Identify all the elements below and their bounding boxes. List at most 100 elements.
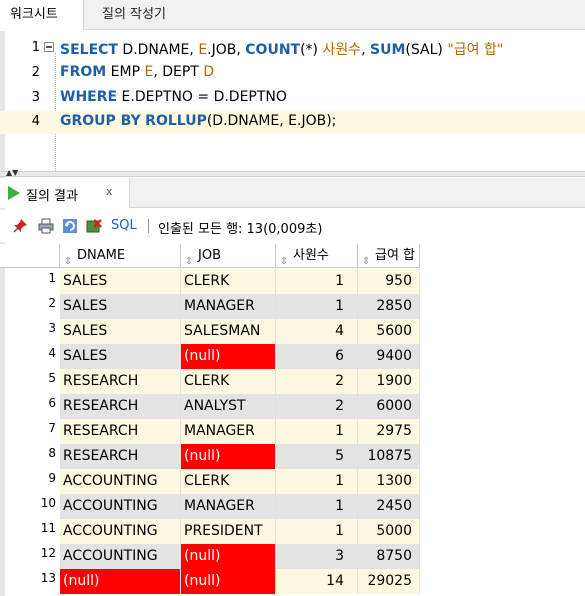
cell-count[interactable]: 2	[276, 369, 358, 394]
cell-count[interactable]: 1	[276, 269, 358, 294]
cell-salary-sum[interactable]: 5000	[358, 519, 420, 544]
run-play-icon	[8, 186, 20, 200]
row-number: 12	[40, 546, 56, 560]
result-grid[interactable]: ⇕ DNAME ⇕ JOB ⇕ 사원수 ⇕ 급여 합 1 SALES CLERK 1 9…	[0, 244, 585, 596]
fetch-status: 인출된 모든 행: 13(0,009초)	[158, 222, 323, 237]
cell-salary-sum[interactable]: 1300	[358, 469, 420, 494]
table-row[interactable]: 8 RESEARCH (null) 5 10875	[0, 444, 420, 469]
table-row[interactable]: 4 SALES (null) 6 9400	[0, 344, 420, 369]
row-number: 2	[48, 296, 56, 310]
line-number: 4	[31, 114, 40, 129]
pin-icon[interactable]	[12, 218, 28, 234]
code-text: WHERE E.DEPTNO = D.DEPTNO	[60, 89, 287, 105]
row-number: 4	[48, 346, 56, 360]
cell-salary-sum[interactable]: 8750	[358, 544, 420, 569]
table-row[interactable]: 3 SALES SALESMAN 4 5600	[0, 319, 420, 344]
table-row[interactable]: 12 ACCOUNTING (null) 3 8750	[0, 544, 420, 569]
cell-count[interactable]: 1	[276, 419, 358, 444]
cell-dname[interactable]: SALES	[60, 294, 181, 319]
refresh-sql-icon[interactable]	[62, 218, 78, 234]
cell-dname[interactable]: SALES	[60, 319, 181, 344]
cell-salary-sum[interactable]: 950	[358, 269, 420, 294]
table-row[interactable]: 13 (null) (null) 14 29025	[0, 569, 420, 594]
column-header-count[interactable]: ⇕ 사원수	[276, 244, 358, 268]
code-line-3[interactable]: 3 WHERE E.DEPTNO = D.DEPTNO	[0, 87, 585, 110]
cell-dname[interactable]: ACCOUNTING	[60, 469, 181, 494]
cell-count[interactable]: 4	[276, 319, 358, 344]
cell-salary-sum[interactable]: 5600	[358, 319, 420, 344]
cell-job[interactable]: CLERK	[181, 469, 276, 494]
cell-job[interactable]: CLERK	[181, 369, 276, 394]
table-row[interactable]: 6 RESEARCH ANALYST 2 6000	[0, 394, 420, 419]
table-row[interactable]: 1 SALES CLERK 1 950	[0, 269, 420, 294]
sql-editor[interactable]: 1 SELECT D.DNAME, E.JOB, COUNT(*) 사원수, S…	[0, 31, 585, 173]
sql-button[interactable]: SQL	[111, 218, 137, 233]
tab-query-builder[interactable]: 질의 작성기	[102, 0, 166, 30]
cell-dname[interactable]: ACCOUNTING	[60, 494, 181, 519]
cell-dname[interactable]: (null)	[60, 569, 181, 594]
row-number: 8	[48, 446, 56, 460]
table-row[interactable]: 5 RESEARCH CLERK 2 1900	[0, 369, 420, 394]
cell-salary-sum[interactable]: 6000	[358, 394, 420, 419]
cell-count[interactable]: 1	[276, 294, 358, 319]
cell-salary-sum[interactable]: 2850	[358, 294, 420, 319]
cell-job[interactable]: MANAGER	[181, 494, 276, 519]
cell-salary-sum[interactable]: 29025	[358, 569, 420, 594]
tab-worksheet[interactable]: 워크시트	[0, 0, 84, 30]
cell-salary-sum[interactable]: 10875	[358, 444, 420, 469]
line-number: 3	[31, 90, 40, 105]
cell-dname[interactable]: SALES	[60, 269, 181, 294]
cell-job[interactable]: ANALYST	[181, 394, 276, 419]
cell-dname[interactable]: RESEARCH	[60, 419, 181, 444]
cell-count[interactable]: 1	[276, 494, 358, 519]
row-number: 1	[48, 271, 56, 285]
column-header-dname[interactable]: ⇕ DNAME	[60, 244, 181, 268]
code-line-4[interactable]: 4 GROUP BY ROLLUP(D.DNAME, E.JOB);	[0, 111, 585, 134]
cell-salary-sum[interactable]: 1900	[358, 369, 420, 394]
cell-count[interactable]: 5	[276, 444, 358, 469]
cell-job[interactable]: (null)	[181, 344, 276, 369]
column-header-job[interactable]: ⇕ JOB	[181, 244, 276, 268]
cell-dname[interactable]: RESEARCH	[60, 444, 181, 469]
table-row[interactable]: 7 RESEARCH MANAGER 1 2975	[0, 419, 420, 444]
cell-salary-sum[interactable]: 2450	[358, 494, 420, 519]
tab-query-result[interactable]: 질의 결과 x	[0, 178, 130, 208]
code-line-2[interactable]: 2 FROM EMP E, DEPT D	[0, 62, 585, 85]
pane-splitter[interactable]: ▲▼	[0, 169, 585, 177]
cell-job[interactable]: CLERK	[181, 269, 276, 294]
cell-dname[interactable]: RESEARCH	[60, 369, 181, 394]
column-header-salary-sum[interactable]: ⇕ 급여 합	[358, 244, 420, 268]
cell-count[interactable]: 6	[276, 344, 358, 369]
row-number: 11	[40, 521, 56, 535]
table-row[interactable]: 11 ACCOUNTING PRESIDENT 1 5000	[0, 519, 420, 544]
cell-job[interactable]: MANAGER	[181, 294, 276, 319]
row-number: 9	[48, 471, 56, 485]
table-row[interactable]: 9 ACCOUNTING CLERK 1 1300	[0, 469, 420, 494]
close-tab-button[interactable]: x	[106, 185, 113, 198]
cell-job[interactable]: PRESIDENT	[181, 519, 276, 544]
cell-count[interactable]: 14	[276, 569, 358, 594]
cell-dname[interactable]: RESEARCH	[60, 394, 181, 419]
cell-count[interactable]: 1	[276, 469, 358, 494]
cell-count[interactable]: 3	[276, 544, 358, 569]
cell-job[interactable]: (null)	[181, 444, 276, 469]
table-row[interactable]: 2 SALES MANAGER 1 2850	[0, 294, 420, 319]
cell-count[interactable]: 2	[276, 394, 358, 419]
cell-count[interactable]: 1	[276, 519, 358, 544]
cell-job[interactable]: MANAGER	[181, 419, 276, 444]
cell-salary-sum[interactable]: 2975	[358, 419, 420, 444]
cell-job[interactable]: SALESMAN	[181, 319, 276, 344]
table-row[interactable]: 10 ACCOUNTING MANAGER 1 2450	[0, 494, 420, 519]
cell-dname[interactable]: SALES	[60, 344, 181, 369]
cell-job[interactable]: (null)	[181, 544, 276, 569]
code-line-1[interactable]: 1 SELECT D.DNAME, E.JOB, COUNT(*) 사원수, S…	[0, 37, 585, 60]
fold-minus-icon[interactable]	[44, 42, 54, 52]
cell-dname[interactable]: ACCOUNTING	[60, 519, 181, 544]
toolbar-separator	[148, 219, 149, 233]
splitter-arrows-icon[interactable]: ▲▼	[6, 169, 18, 177]
cell-job[interactable]: (null)	[181, 569, 276, 594]
cell-dname[interactable]: ACCOUNTING	[60, 544, 181, 569]
export-icon[interactable]	[86, 218, 102, 234]
print-icon[interactable]	[38, 218, 54, 234]
cell-salary-sum[interactable]: 9400	[358, 344, 420, 369]
